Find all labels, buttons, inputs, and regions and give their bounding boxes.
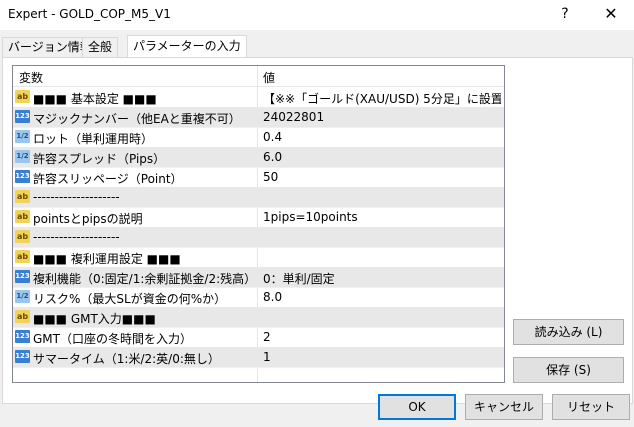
save-button[interactable]: 保存 (S) xyxy=(513,357,624,383)
string-type-icon: ab xyxy=(15,250,30,263)
ok-button[interactable]: OK xyxy=(378,394,456,420)
header-variable[interactable]: 変数 xyxy=(19,69,43,86)
parameter-name: ロット（単利運用時） xyxy=(33,132,154,146)
load-button[interactable]: 読み込み (L) xyxy=(513,319,624,345)
parameter-name: 許容スプレッド（Pips） xyxy=(33,152,166,166)
parameter-row[interactable]: 1/2 許容スプレッド（Pips） 6.0 xyxy=(13,147,504,168)
tab-general[interactable]: 全般 xyxy=(82,37,119,57)
parameter-value[interactable]: 50 xyxy=(263,170,501,184)
parameter-name: 複利機能（0:固定/1:余剰証拠金/2:残高） xyxy=(33,272,257,286)
parameter-row[interactable]: ab -------------------- xyxy=(13,227,504,248)
parameter-name: ■■■ 複利運用設定 ■■■ xyxy=(33,252,181,266)
parameter-row[interactable]: ab pointsとpipsの説明 1pips=10points xyxy=(13,207,504,228)
parameter-name: サマータイム（1:米/2:英/0:無し） xyxy=(33,352,220,366)
string-type-icon: ab xyxy=(15,90,30,103)
parameter-value[interactable]: 6.0 xyxy=(263,150,501,164)
parameter-value[interactable]: 0.4 xyxy=(263,130,501,144)
parameter-row[interactable]: 123 マジックナンバー（他EAと重複不可） 24022801 xyxy=(13,107,504,128)
window-title: Expert - GOLD_COP_M5_V1 xyxy=(8,7,171,21)
integer-type-icon: 123 xyxy=(15,330,30,343)
parameter-row[interactable]: 123 サマータイム（1:米/2:英/0:無し） 1 xyxy=(13,347,504,368)
parameter-row[interactable]: ab ■■■ 複利運用設定 ■■■ xyxy=(13,247,504,268)
parameter-value[interactable]: 2 xyxy=(263,330,501,344)
parameter-row[interactable]: ab -------------------- xyxy=(13,187,504,208)
parameter-row[interactable]: 1/2 ロット（単利運用時） 0.4 xyxy=(13,127,504,148)
parameter-row[interactable]: 1/2 リスク%（最大SLが資金の何%か） 8.0 xyxy=(13,287,504,308)
parameter-name: リスク%（最大SLが資金の何%か） xyxy=(33,292,227,306)
header-value[interactable]: 値 xyxy=(263,69,275,86)
parameter-grid[interactable]: 変数 値 ab ■■■ 基本設定 ■■■ 【※※「ゴールド(XAU/USD) 5分足… xyxy=(12,65,505,383)
parameter-value[interactable]: 1pips=10points xyxy=(263,210,501,224)
reset-button[interactable]: リセット xyxy=(552,394,630,420)
double-type-icon: 1/2 xyxy=(15,290,30,303)
parameter-name: GMT（口座の冬時間を入力） xyxy=(33,332,192,346)
string-type-icon: ab xyxy=(15,230,30,243)
integer-type-icon: 123 xyxy=(15,170,30,183)
parameter-value[interactable]: 1 xyxy=(263,350,501,364)
close-button[interactable]: ✕ xyxy=(588,0,634,30)
parameter-name: ■■■ 基本設定 ■■■ xyxy=(33,92,157,106)
double-type-icon: 1/2 xyxy=(15,130,30,143)
string-type-icon: ab xyxy=(15,210,30,223)
parameter-row[interactable]: 123 複利機能（0:固定/1:余剰証拠金/2:残高） 0：単利/固定 xyxy=(13,267,504,288)
parameter-row[interactable]: ab ■■■ GMT入力■■■ xyxy=(13,307,504,328)
integer-type-icon: 123 xyxy=(15,350,30,363)
string-type-icon: ab xyxy=(15,310,30,323)
parameter-name: マジックナンバー（他EAと重複不可） xyxy=(33,112,241,126)
help-button[interactable]: ? xyxy=(542,0,588,30)
parameter-value[interactable]: 【※※「ゴールド(XAU/USD) 5分足」に設置し... xyxy=(263,90,501,107)
parameter-value[interactable]: 24022801 xyxy=(263,110,501,124)
tab-strip: バージョン情報 全般 パラメーターの入力 xyxy=(0,35,634,58)
parameter-row[interactable]: ab ■■■ 基本設定 ■■■ 【※※「ゴールド(XAU/USD) 5分足」に設置し… xyxy=(13,87,504,108)
title-bar: Expert - GOLD_COP_M5_V1 ? ✕ xyxy=(0,0,634,30)
double-type-icon: 1/2 xyxy=(15,150,30,163)
cancel-button[interactable]: キャンセル xyxy=(465,394,543,420)
parameter-value[interactable]: 8.0 xyxy=(263,290,501,304)
grid-header: 変数 値 xyxy=(13,66,504,87)
parameter-name: pointsとpipsの説明 xyxy=(33,212,143,226)
tab-parameters[interactable]: パラメーターの入力 xyxy=(127,35,247,58)
string-type-icon: ab xyxy=(15,190,30,203)
parameter-value[interactable]: 0：単利/固定 xyxy=(263,270,501,287)
integer-type-icon: 123 xyxy=(15,270,30,283)
parameter-row[interactable]: 123 許容スリッページ（Point） 50 xyxy=(13,167,504,188)
parameter-name: 許容スリッページ（Point） xyxy=(33,172,183,186)
parameter-name: -------------------- xyxy=(33,230,120,244)
parameter-name: ■■■ GMT入力■■■ xyxy=(33,312,156,326)
parameter-row[interactable]: 123 GMT（口座の冬時間を入力） 2 xyxy=(13,327,504,348)
integer-type-icon: 123 xyxy=(15,110,30,123)
parameter-name: -------------------- xyxy=(33,190,120,204)
